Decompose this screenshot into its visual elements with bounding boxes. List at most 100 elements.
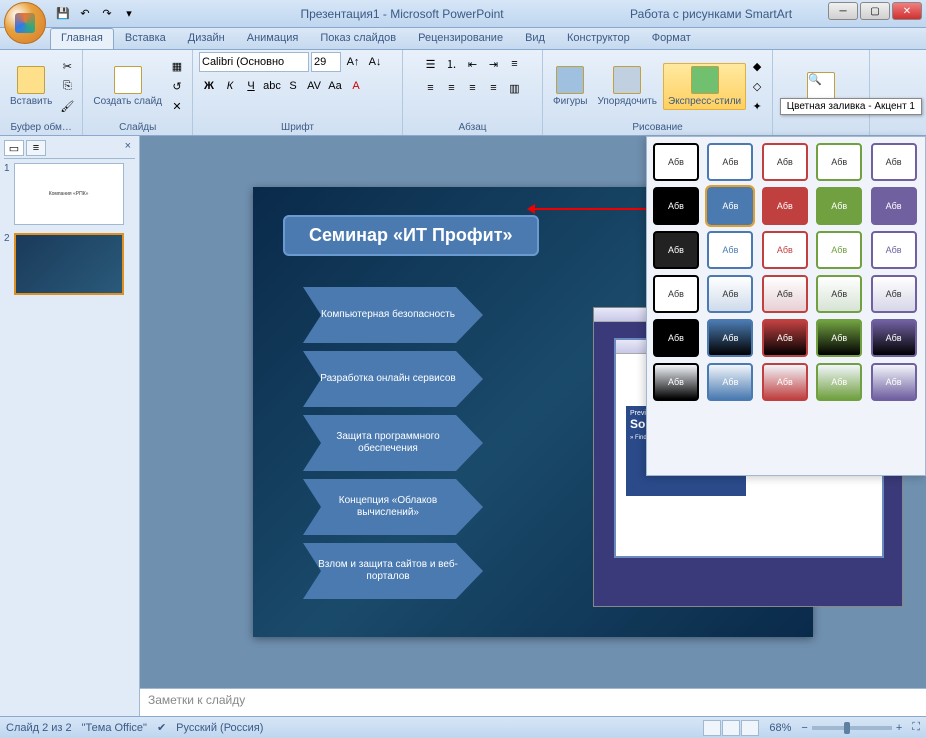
panel-close-icon[interactable]: ×: [121, 140, 135, 156]
slide-thumb-2[interactable]: 2: [4, 233, 135, 295]
style-swatch-3-3[interactable]: Абв: [816, 275, 862, 313]
style-swatch-4-0[interactable]: Абв: [653, 319, 699, 357]
shrink-font-icon[interactable]: A↓: [365, 52, 385, 72]
slides-tab[interactable]: ▭: [4, 140, 24, 156]
style-swatch-0-0[interactable]: Абв: [653, 143, 699, 181]
style-swatch-4-2[interactable]: Абв: [762, 319, 808, 357]
tab-constructor[interactable]: Конструктор: [556, 28, 641, 49]
arrow-1[interactable]: Компьютерная безопасность: [303, 287, 483, 343]
minimize-button[interactable]: ─: [828, 2, 858, 20]
shape-fill-icon[interactable]: ◆: [748, 57, 766, 75]
style-swatch-4-3[interactable]: Абв: [816, 319, 862, 357]
zoom-out-button[interactable]: −: [801, 722, 807, 734]
slide-title-box[interactable]: Семинар «ИТ Профит»: [283, 215, 539, 256]
office-button[interactable]: [4, 2, 46, 44]
style-swatch-5-3[interactable]: Абв: [816, 363, 862, 401]
tab-slideshow[interactable]: Показ слайдов: [309, 28, 407, 49]
tab-insert[interactable]: Вставка: [114, 28, 177, 49]
shape-effects-icon[interactable]: ✦: [748, 97, 766, 115]
tab-format[interactable]: Формат: [641, 28, 702, 49]
layout-icon[interactable]: ▦: [168, 57, 186, 75]
style-swatch-2-4[interactable]: Абв: [871, 231, 917, 269]
tab-review[interactable]: Рецензирование: [407, 28, 514, 49]
style-swatch-1-4[interactable]: Абв: [871, 187, 917, 225]
redo-icon[interactable]: ↷: [98, 5, 116, 23]
italic-button[interactable]: К: [220, 76, 240, 96]
style-swatch-5-4[interactable]: Абв: [871, 363, 917, 401]
tab-design[interactable]: Дизайн: [177, 28, 236, 49]
grow-font-icon[interactable]: A↑: [343, 52, 363, 72]
style-swatch-0-4[interactable]: Абв: [871, 143, 917, 181]
paste-button[interactable]: Вставить: [6, 64, 56, 109]
style-swatch-1-1[interactable]: Абв: [707, 187, 753, 225]
strike-button[interactable]: abc: [262, 76, 282, 96]
tab-home[interactable]: Главная: [50, 28, 114, 49]
underline-button[interactable]: Ч: [241, 76, 261, 96]
arrow-5[interactable]: Взлом и защита сайтов и веб-порталов: [303, 543, 483, 599]
font-color-button[interactable]: A: [346, 76, 366, 96]
style-swatch-2-0[interactable]: Абв: [653, 231, 699, 269]
zoom-in-button[interactable]: +: [896, 722, 902, 734]
zoom-slider[interactable]: [812, 726, 892, 730]
shape-outline-icon[interactable]: ◇: [748, 77, 766, 95]
style-swatch-3-0[interactable]: Абв: [653, 275, 699, 313]
font-name-select[interactable]: [199, 52, 309, 72]
new-slide-button[interactable]: Создать слайд: [89, 64, 166, 109]
style-swatch-2-1[interactable]: Абв: [707, 231, 753, 269]
format-painter-icon[interactable]: 🖌: [58, 97, 76, 115]
tab-view[interactable]: Вид: [514, 28, 556, 49]
arrange-button[interactable]: Упорядочить: [593, 64, 661, 109]
style-swatch-2-3[interactable]: Абв: [816, 231, 862, 269]
express-styles-button[interactable]: Экспресс-стили: [663, 63, 746, 110]
columns-icon[interactable]: ▥: [505, 78, 525, 98]
style-swatch-1-3[interactable]: Абв: [816, 187, 862, 225]
style-swatch-4-1[interactable]: Абв: [707, 319, 753, 357]
numbering-icon[interactable]: ⒈: [442, 54, 462, 74]
style-swatch-0-2[interactable]: Абв: [762, 143, 808, 181]
slideshow-view-button[interactable]: [741, 720, 759, 736]
line-spacing-icon[interactable]: ≡: [505, 54, 525, 74]
align-right-icon[interactable]: ≡: [463, 78, 483, 98]
copy-icon[interactable]: ⎘: [58, 77, 76, 95]
style-swatch-5-1[interactable]: Абв: [707, 363, 753, 401]
arrow-3[interactable]: Защита программного обеспечения: [303, 415, 483, 471]
slide-thumb-1[interactable]: 1 Компания «РПК»: [4, 163, 135, 225]
style-swatch-1-0[interactable]: Абв: [653, 187, 699, 225]
delete-slide-icon[interactable]: ✕: [168, 97, 186, 115]
reset-icon[interactable]: ↺: [168, 77, 186, 95]
outline-tab[interactable]: ≡: [26, 140, 46, 156]
style-swatch-2-2[interactable]: Абв: [762, 231, 808, 269]
style-swatch-5-2[interactable]: Абв: [762, 363, 808, 401]
maximize-button[interactable]: ▢: [860, 2, 890, 20]
tab-animation[interactable]: Анимация: [236, 28, 310, 49]
save-icon[interactable]: 💾: [54, 5, 72, 23]
spacing-button[interactable]: AV: [304, 76, 324, 96]
close-button[interactable]: ✕: [892, 2, 922, 20]
bullets-icon[interactable]: ☰: [421, 54, 441, 74]
indent-dec-icon[interactable]: ⇤: [463, 54, 483, 74]
language-indicator[interactable]: Русский (Россия): [176, 722, 263, 734]
smartart-arrows[interactable]: Компьютерная безопасность Разработка онл…: [303, 287, 483, 599]
case-button[interactable]: Aa: [325, 76, 345, 96]
spellcheck-icon[interactable]: ✔: [157, 721, 166, 734]
style-swatch-3-1[interactable]: Абв: [707, 275, 753, 313]
shapes-button[interactable]: Фигуры: [549, 64, 591, 109]
shadow-button[interactable]: S: [283, 76, 303, 96]
style-swatch-1-2[interactable]: Абв: [762, 187, 808, 225]
style-swatch-3-2[interactable]: Абв: [762, 275, 808, 313]
style-swatch-0-1[interactable]: Абв: [707, 143, 753, 181]
undo-icon[interactable]: ↶: [76, 5, 94, 23]
cut-icon[interactable]: ✂: [58, 57, 76, 75]
arrow-2[interactable]: Разработка онлайн сервисов: [303, 351, 483, 407]
justify-icon[interactable]: ≡: [484, 78, 504, 98]
style-swatch-5-0[interactable]: Абв: [653, 363, 699, 401]
arrow-4[interactable]: Концепция «Облаков вычислений»: [303, 479, 483, 535]
notes-pane[interactable]: Заметки к слайду: [140, 688, 926, 716]
indent-inc-icon[interactable]: ⇥: [484, 54, 504, 74]
sorter-view-button[interactable]: [722, 720, 740, 736]
style-swatch-4-4[interactable]: Абв: [871, 319, 917, 357]
bold-button[interactable]: Ж: [199, 76, 219, 96]
style-swatch-0-3[interactable]: Абв: [816, 143, 862, 181]
align-left-icon[interactable]: ≡: [421, 78, 441, 98]
normal-view-button[interactable]: [703, 720, 721, 736]
